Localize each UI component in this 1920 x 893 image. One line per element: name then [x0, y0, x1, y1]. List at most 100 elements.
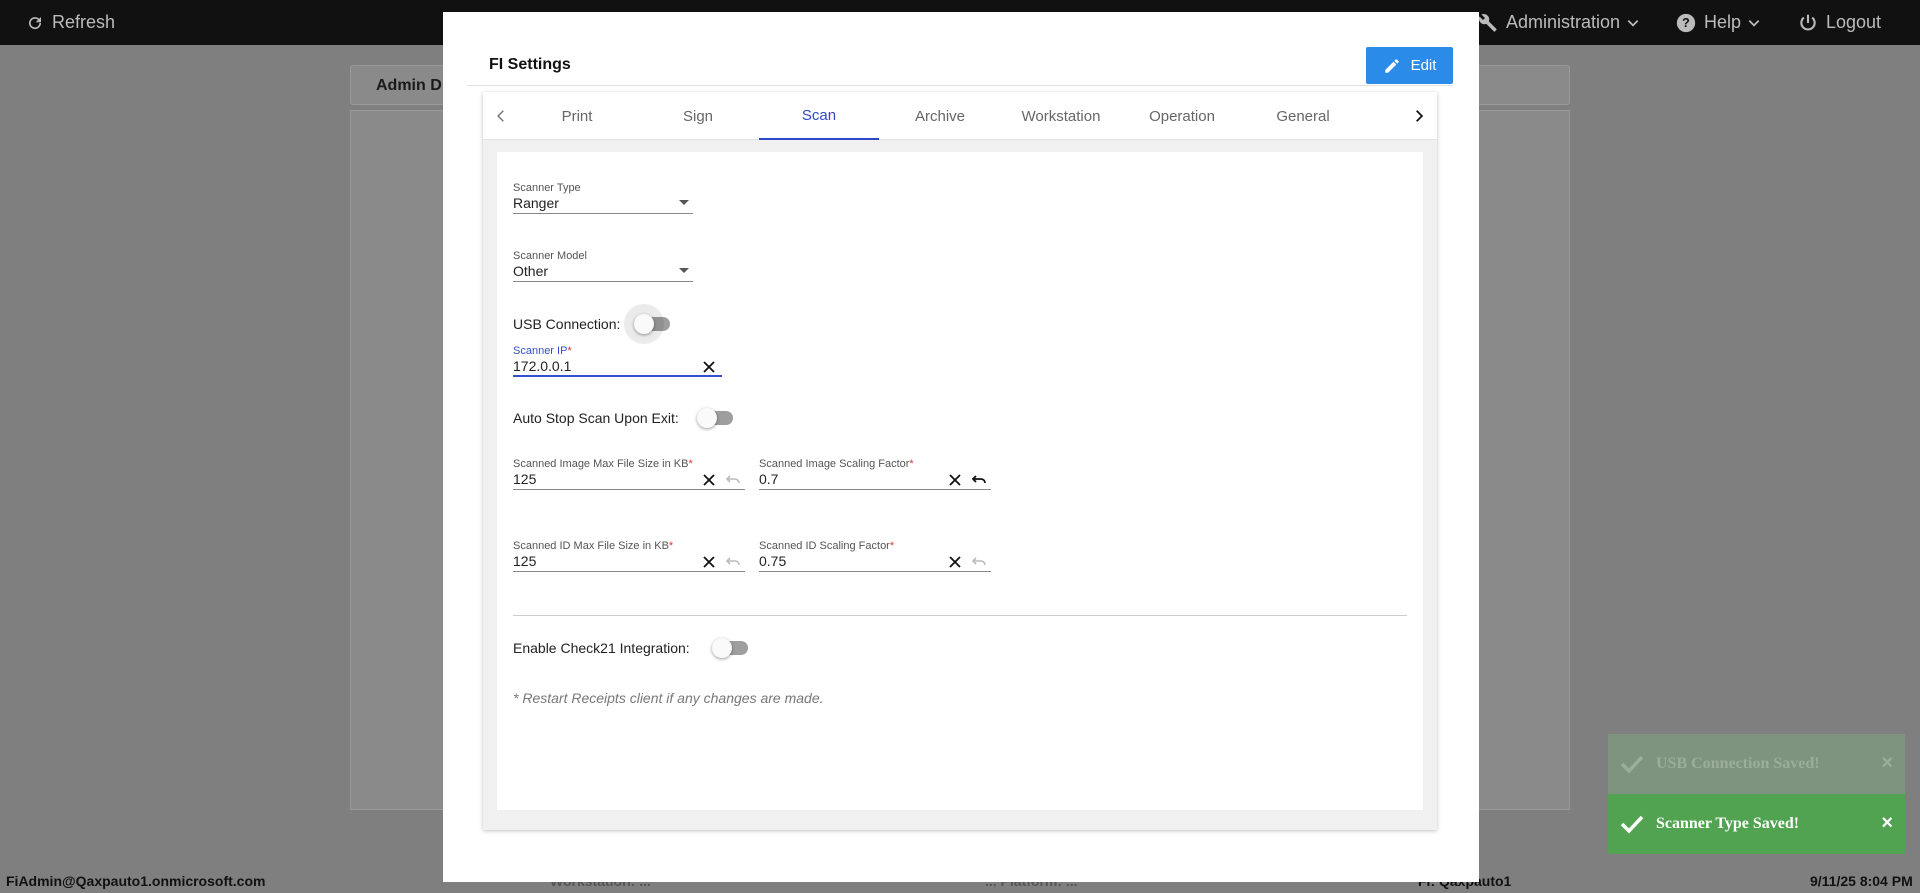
image-max-size-label: Scanned Image Max File Size in KB* — [513, 458, 693, 470]
administration-label: Administration — [1506, 12, 1621, 32]
pencil-icon — [1384, 58, 1399, 73]
auto-stop-scan-toggle[interactable] — [696, 408, 733, 428]
clear-icon[interactable] — [701, 359, 717, 375]
id-scaling-factor-label: Scanned ID Scaling Factor* — [759, 540, 895, 552]
settings-tabs: Print Sign Scan Archive Workstation Oper… — [483, 92, 1437, 140]
chevron-down-icon — [1748, 19, 1760, 27]
tab-scan[interactable]: Scan — [759, 92, 879, 140]
toast-message: USB Connection Saved! — [1656, 755, 1820, 772]
tab-workstation[interactable]: Workstation — [1001, 92, 1121, 140]
clear-icon[interactable] — [701, 554, 717, 570]
toggle-knob — [711, 638, 732, 658]
clear-icon[interactable] — [947, 472, 963, 488]
admin-card-title: Admin D — [376, 77, 442, 94]
tab-strip: Print Sign Scan Archive Workstation Oper… — [517, 92, 1401, 140]
image-max-size-value: 125 — [513, 471, 537, 487]
scanner-ip-value: 172.0.0.1 — [513, 358, 572, 374]
help-label: Help — [1704, 12, 1742, 32]
tabs-scroll-right-button[interactable] — [1407, 104, 1431, 128]
scanner-model-value: Other — [513, 263, 549, 279]
field-underline — [759, 489, 991, 490]
tab-print[interactable]: Print — [517, 92, 637, 140]
auto-stop-scan-row: Auto Stop Scan Upon Exit: — [513, 408, 733, 428]
power-icon — [1800, 14, 1816, 30]
chevron-down-icon — [1627, 19, 1639, 27]
settings-panel: Print Sign Scan Archive Workstation Oper… — [483, 92, 1437, 830]
check-icon — [1620, 755, 1644, 774]
check21-label: Enable Check21 Integration: — [513, 640, 690, 656]
clear-icon[interactable] — [947, 554, 963, 570]
field-underline — [513, 571, 745, 572]
restart-note: * Restart Receipts client if any changes… — [513, 690, 824, 706]
toast-message: Scanner Type Saved! — [1656, 815, 1800, 832]
scanner-ip-input[interactable]: Scanner IP* 172.0.0.1 — [513, 345, 722, 377]
scanner-type-select[interactable]: Scanner Type Ranger — [513, 182, 693, 214]
check21-row: Enable Check21 Integration: — [513, 638, 748, 658]
fi-settings-dialog: FI Settings Edit Print Sign Scan Archive… — [443, 12, 1479, 882]
field-underline — [513, 281, 693, 282]
scanner-ip-label: Scanner IP* — [513, 345, 572, 357]
usb-connection-label: USB Connection: — [513, 316, 621, 332]
field-underline — [759, 571, 991, 572]
tab-general[interactable]: General — [1243, 92, 1363, 140]
scanner-model-select[interactable]: Scanner Model Other — [513, 250, 693, 282]
scanner-type-label: Scanner Type — [513, 182, 581, 194]
toggle-knob — [696, 408, 717, 428]
id-max-size-input[interactable]: Scanned ID Max File Size in KB* 125 — [513, 540, 745, 572]
dropdown-arrow-icon — [679, 268, 689, 273]
image-scaling-factor-input[interactable]: Scanned Image Scaling Factor* 0.7 — [759, 458, 991, 490]
administration-menu[interactable]: Administration — [1478, 0, 1640, 45]
tab-archive[interactable]: Archive — [880, 92, 1000, 140]
usb-connection-row: USB Connection: — [513, 304, 671, 344]
field-underline — [513, 375, 722, 377]
edit-label: Edit — [1410, 57, 1437, 74]
usb-connection-toggle[interactable] — [624, 304, 671, 344]
clear-icon[interactable] — [701, 472, 717, 488]
id-scaling-factor-value: 0.75 — [759, 553, 787, 569]
undo-icon — [971, 554, 987, 570]
scanner-type-value: Ranger — [513, 195, 559, 211]
toast-usb-connection-saved: USB Connection Saved! × — [1608, 734, 1905, 794]
auto-stop-scan-label: Auto Stop Scan Upon Exit: — [513, 410, 679, 426]
scanner-model-label: Scanner Model — [513, 250, 587, 262]
help-menu[interactable]: ? Help — [1676, 0, 1761, 45]
svg-text:?: ? — [1682, 16, 1690, 30]
refresh-icon — [29, 16, 42, 29]
undo-icon — [725, 554, 741, 570]
refresh-button[interactable]: Refresh — [26, 0, 115, 45]
wrench-icon — [1478, 13, 1497, 32]
id-scaling-factor-input[interactable]: Scanned ID Scaling Factor* 0.75 — [759, 540, 991, 572]
undo-icon[interactable] — [971, 472, 987, 488]
toast-scanner-type-saved: Scanner Type Saved! × — [1608, 794, 1905, 854]
close-icon[interactable]: × — [1881, 812, 1893, 835]
dialog-header: FI Settings Edit — [467, 34, 1453, 86]
help-icon: ? — [1676, 13, 1696, 32]
logout-button[interactable]: Logout — [1798, 0, 1881, 45]
id-max-size-value: 125 — [513, 553, 537, 569]
edit-button[interactable]: Edit — [1366, 47, 1453, 84]
tab-operation[interactable]: Operation — [1122, 92, 1242, 140]
check21-toggle[interactable] — [711, 638, 748, 658]
close-icon[interactable]: × — [1881, 752, 1893, 775]
section-divider — [513, 615, 1407, 616]
field-underline — [513, 489, 745, 490]
logout-label: Logout — [1826, 12, 1882, 32]
image-scaling-factor-label: Scanned Image Scaling Factor* — [759, 458, 914, 470]
chevron-right-icon — [1416, 110, 1424, 122]
image-max-size-input[interactable]: Scanned Image Max File Size in KB* 125 — [513, 458, 745, 490]
undo-icon — [725, 472, 741, 488]
tabs-scroll-left-button[interactable] — [489, 104, 513, 128]
dialog-title: FI Settings — [489, 56, 571, 73]
tab-sign[interactable]: Sign — [638, 92, 758, 140]
chevron-left-icon — [497, 110, 504, 122]
scan-settings-form: Scanner Type Ranger Scanner Model Other … — [497, 152, 1423, 810]
field-underline — [513, 213, 693, 214]
image-scaling-factor-value: 0.7 — [759, 471, 779, 487]
check-icon — [1620, 815, 1644, 834]
refresh-label: Refresh — [52, 12, 116, 32]
status-datetime: 9/11/25 8:04 PM — [1810, 873, 1913, 889]
status-user: FiAdmin@Qaxpauto1.onmicrosoft.com — [6, 873, 266, 889]
tab-f[interactable]: F — [1364, 92, 1401, 140]
dropdown-arrow-icon — [679, 200, 689, 205]
id-max-size-label: Scanned ID Max File Size in KB* — [513, 540, 674, 552]
